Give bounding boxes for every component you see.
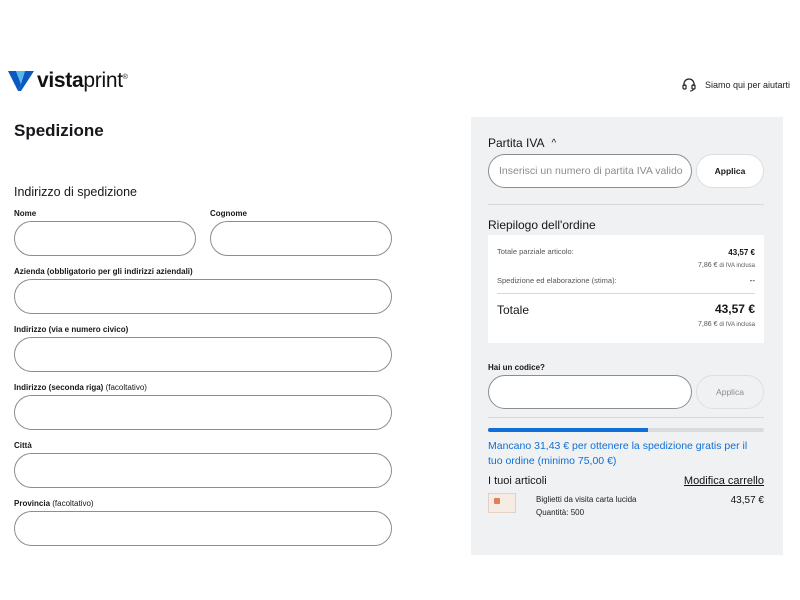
item-price: 43,57 € — [730, 495, 764, 506]
subtotal-vat-amount: 7,86 € — [698, 262, 718, 269]
first-name-input[interactable] — [14, 221, 196, 256]
province-label-text: Provincia — [14, 499, 51, 508]
divider — [488, 417, 764, 418]
address2-label-text: Indirizzo (seconda riga) — [14, 383, 104, 392]
logo-reg: ® — [122, 74, 128, 81]
header: vistaprint® Siamo qui per aiutarti — [0, 0, 800, 110]
last-name-input[interactable] — [210, 221, 392, 256]
vat-input[interactable]: Inserisci un numero di partita IVA valid… — [488, 154, 692, 188]
vistaprint-logo-icon — [8, 70, 34, 91]
total-vat-amount: 7,86 € — [698, 321, 718, 328]
free-shipping-progress-fill — [488, 428, 649, 432]
address1-input[interactable] — [14, 337, 392, 372]
help-link[interactable]: Siamo qui per aiutarti — [682, 78, 790, 92]
first-name-label: Nome — [14, 209, 37, 218]
logo-light: print — [83, 69, 123, 92]
item-quantity: Quantità: 500 — [536, 508, 585, 517]
cart-items-title: I tuoi articoli — [488, 475, 547, 487]
headset-icon — [682, 78, 696, 92]
free-shipping-progress — [488, 428, 764, 432]
summary-divider — [497, 293, 755, 294]
shipping-cost-value: -- — [749, 276, 755, 285]
total-vat: 7,86 € di IVA inclusa — [698, 321, 755, 328]
province-label: Provincia (facoltativo) — [14, 499, 94, 508]
province-optional: (facoltativo) — [52, 499, 94, 508]
promo-code-input[interactable] — [488, 375, 692, 409]
free-shipping-message: Mancano 31,43 € per ottenere la spedizio… — [488, 440, 748, 467]
address1-label: Indirizzo (via e numero civico) — [14, 325, 129, 334]
order-sidebar: Partita IVA ^ Inserisci un numero di par… — [471, 117, 783, 555]
shipping-address-heading: Indirizzo di spedizione — [14, 185, 137, 199]
chevron-up-icon: ^ — [551, 137, 557, 149]
divider — [488, 204, 764, 205]
city-input[interactable] — [14, 453, 392, 488]
address2-optional: (facoltativo) — [105, 383, 147, 392]
address2-label: Indirizzo (seconda riga) (facoltativo) — [14, 383, 147, 392]
order-summary-box: Totale parziale articolo: 43,57 € 7,86 €… — [488, 235, 764, 343]
help-text: Siamo qui per aiutarti — [704, 80, 790, 90]
subtotal-value: 43,57 € — [728, 248, 755, 257]
province-input[interactable] — [14, 511, 392, 546]
company-label: Azienda (obbligatorio per gli indirizzi … — [14, 267, 193, 276]
edit-cart-link[interactable]: Modifica carrello — [684, 475, 764, 487]
subtotal-vat-included: di IVA inclusa — [719, 263, 755, 269]
total-label: Totale — [497, 303, 530, 317]
address2-input[interactable] — [14, 395, 392, 430]
total-value: 43,57 € — [714, 302, 755, 316]
promo-code-label: Hai un codice? — [488, 363, 545, 372]
subtotal-vat: 7,86 € di IVA inclusa — [698, 262, 755, 269]
company-input[interactable] — [14, 279, 392, 314]
shipping-form: Spedizione Indirizzo di spedizione Nome … — [0, 110, 420, 555]
vat-apply-button[interactable]: Applica — [696, 154, 764, 188]
order-summary-title: Riepilogo dell'ordine — [488, 218, 596, 232]
city-label: Città — [14, 441, 32, 450]
shipping-cost-label: Spedizione ed elaborazione (stima): — [497, 276, 617, 285]
promo-apply-button[interactable]: Applica — [696, 375, 764, 409]
item-name: Biglietti da visita carta lucida — [536, 495, 637, 504]
subtotal-label: Totale parziale articolo: — [497, 247, 574, 256]
logo-bold: vista — [37, 69, 84, 92]
vistaprint-logo[interactable]: vistaprint® — [8, 70, 128, 91]
vat-title: Partita IVA — [488, 136, 545, 150]
product-thumbnail — [488, 493, 516, 513]
vat-toggle[interactable]: Partita IVA ^ — [488, 136, 556, 150]
total-vat-included: di IVA inclusa — [719, 322, 755, 328]
last-name-label: Cognome — [210, 209, 247, 218]
logo-wordmark: vistaprint® — [37, 70, 128, 91]
page-title: Spedizione — [14, 121, 104, 140]
